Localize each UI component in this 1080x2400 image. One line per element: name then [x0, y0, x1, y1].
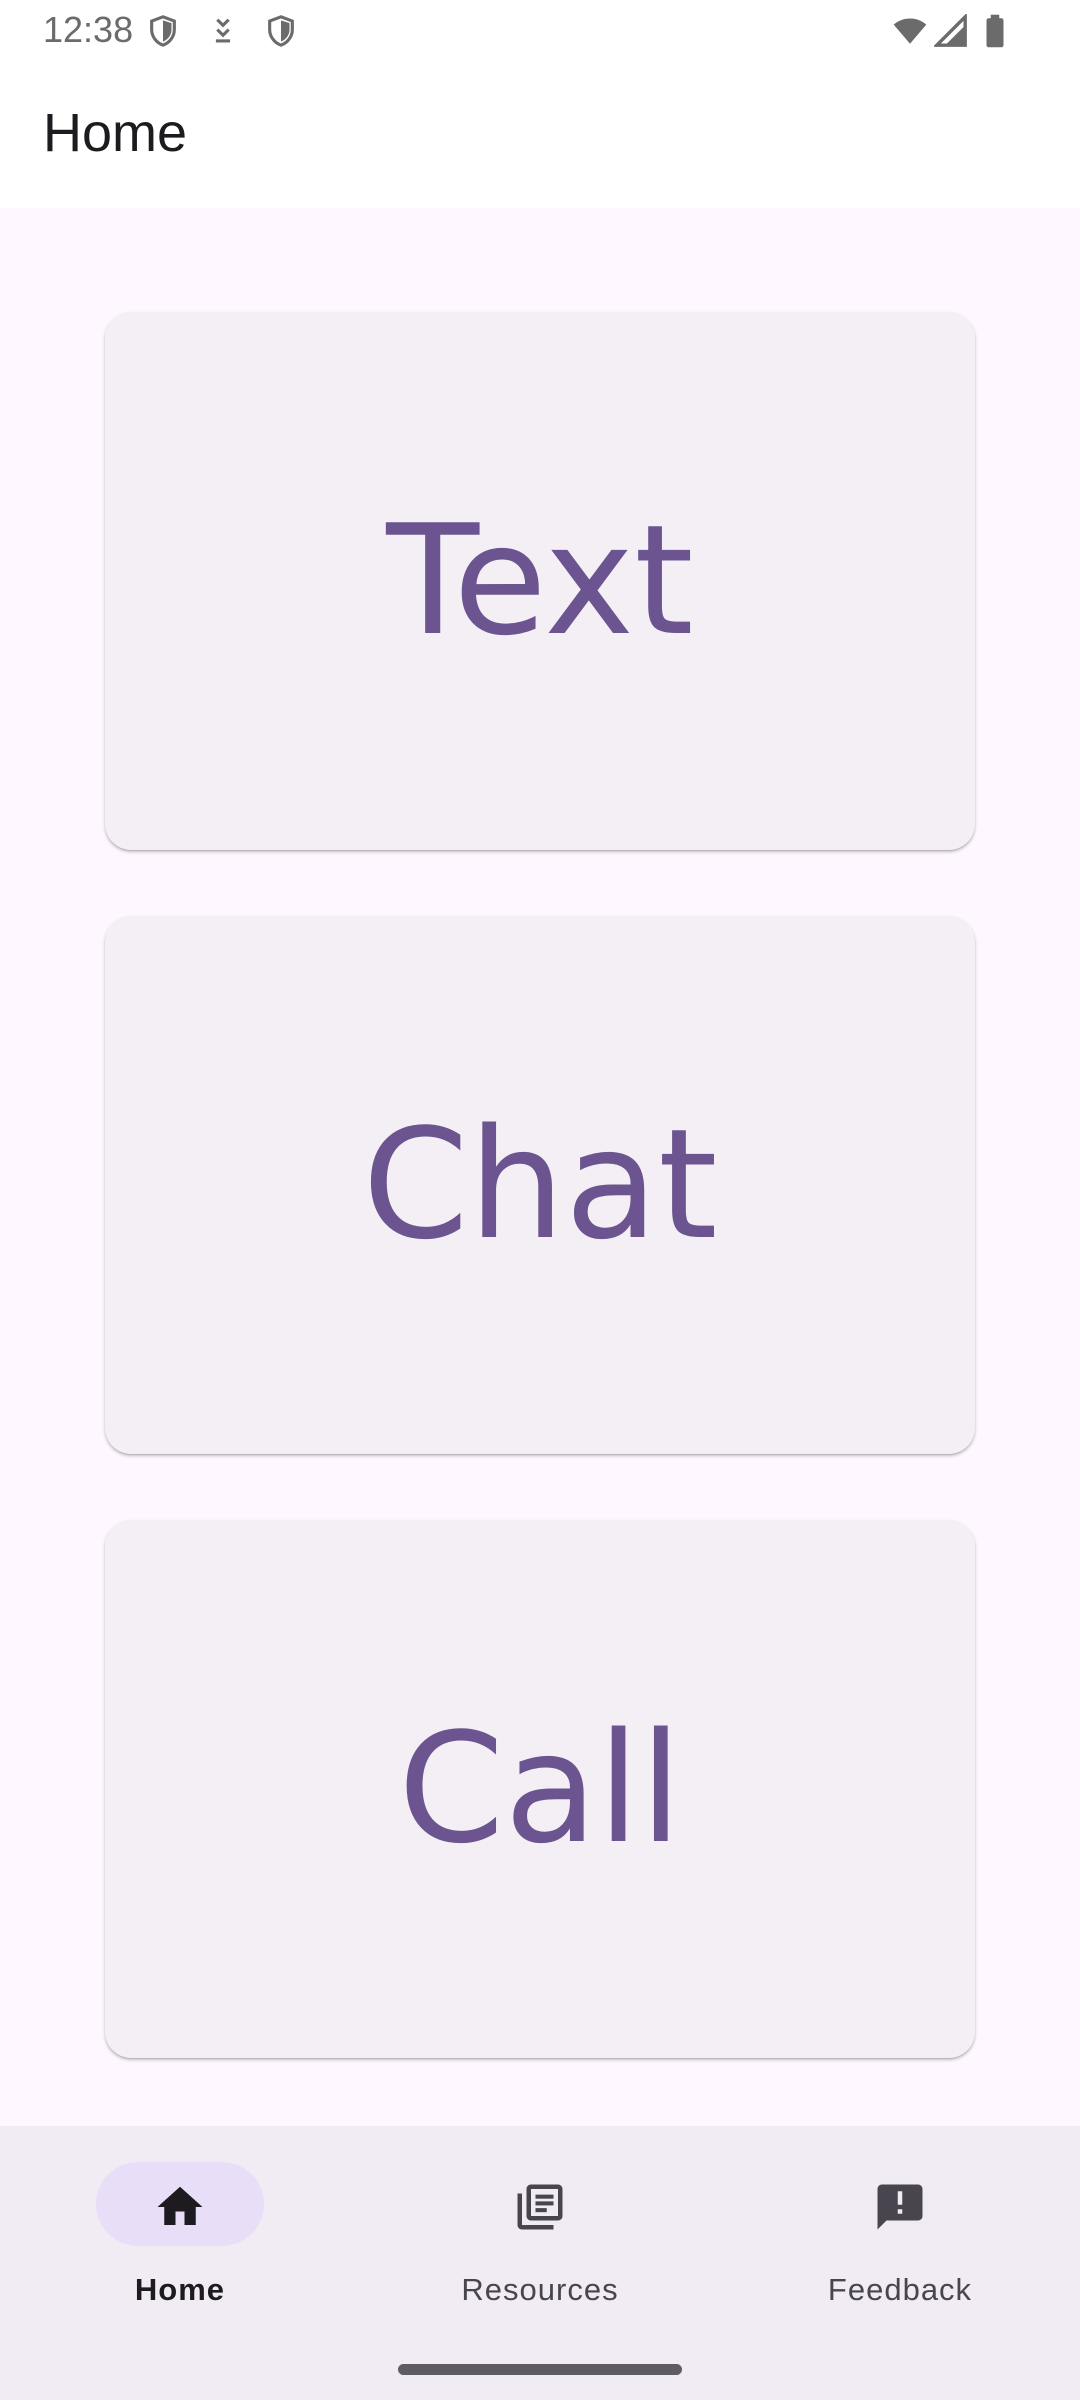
nav-item-feedback[interactable]: Feedback — [750, 2162, 1050, 2307]
text-card-button[interactable]: Text — [105, 312, 975, 850]
call-card-label: Call — [398, 1700, 682, 1877]
home-icon — [153, 2180, 207, 2234]
text-card-label: Text — [386, 492, 694, 669]
call-card-button[interactable]: Call — [105, 1520, 975, 2058]
nav-label-home: Home — [134, 2272, 226, 2307]
nav-item-home[interactable]: Home — [30, 2162, 330, 2307]
chat-card-label: Chat — [362, 1096, 718, 1273]
wifi-icon — [890, 14, 930, 48]
bottom-navigation: Home Resources Feedback — [0, 2126, 1080, 2400]
download-icon — [206, 14, 240, 48]
feedback-icon — [873, 2180, 927, 2234]
gesture-navigation-bar[interactable] — [398, 2364, 682, 2375]
nav-label-feedback: Feedback — [827, 2272, 973, 2307]
chat-card-button[interactable]: Chat — [105, 916, 975, 1454]
status-time: 12:38 — [43, 9, 134, 50]
library-books-icon — [513, 2180, 567, 2234]
shield-icon — [264, 14, 298, 48]
main-content: Text Chat Call — [0, 208, 1080, 2126]
page-title: Home — [43, 103, 188, 163]
top-app-bar: Home — [0, 62, 1080, 208]
cellular-signal-icon — [934, 14, 968, 48]
battery-icon — [980, 14, 1010, 48]
status-bar: 12:38 — [0, 0, 1080, 62]
nav-label-resources: Resources — [461, 2272, 619, 2307]
shield-icon — [146, 14, 180, 48]
nav-item-resources[interactable]: Resources — [390, 2162, 690, 2307]
